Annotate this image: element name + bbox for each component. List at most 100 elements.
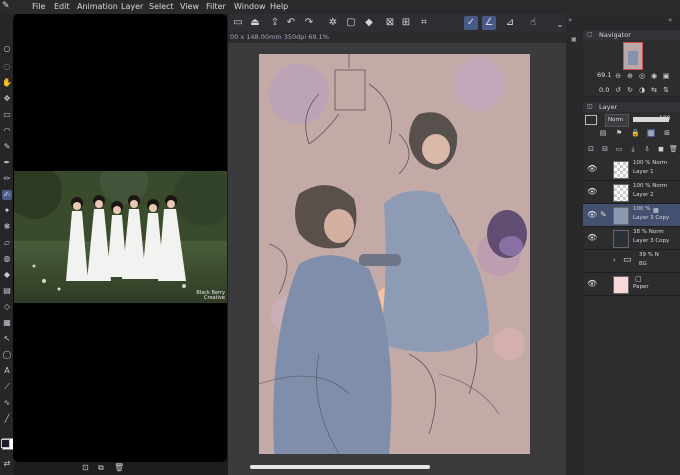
zoom-out-icon[interactable]: ⊖ <box>614 72 622 80</box>
menu-file[interactable]: File <box>32 2 45 11</box>
figure-tool-icon[interactable]: ◇ <box>2 302 12 312</box>
merge-layer-icon[interactable]: ⤓ <box>629 145 637 153</box>
move-tool-icon[interactable]: ✥ <box>2 94 12 104</box>
balloon-tool-icon[interactable]: ◯ <box>2 350 12 360</box>
fit-window-icon[interactable]: ▣ <box>662 72 670 80</box>
menu-layer[interactable]: Layer <box>121 2 143 11</box>
transform-icon[interactable]: ⊠ <box>383 16 397 30</box>
layer-mask-icon[interactable]: ⊞ <box>663 129 671 137</box>
line-tool-icon[interactable]: ╱ <box>2 414 12 424</box>
eraser-tool-icon[interactable]: ▱ <box>2 238 12 248</box>
menu-window[interactable]: Window <box>234 2 266 11</box>
rotate-tool-icon[interactable]: ◌ <box>2 62 12 72</box>
rotate-left-icon[interactable]: ↺ <box>614 86 622 94</box>
menu-select[interactable]: Select <box>149 2 174 11</box>
lock-transparent-icon[interactable]: ▦ <box>647 129 655 137</box>
transparent-color-icon[interactable]: ⇄ <box>2 459 12 469</box>
dock-expand-icon[interactable]: « <box>668 16 672 24</box>
redo-icon[interactable]: ↷ <box>302 16 316 30</box>
flip-horizontal-icon[interactable]: ⇆ <box>650 86 658 94</box>
new-raster-layer-icon[interactable]: ⊡ <box>587 145 595 153</box>
rotate-right-icon[interactable]: ↻ <box>626 86 634 94</box>
folder-expand-chevron-icon[interactable]: › <box>613 256 616 264</box>
mask-layer-icon[interactable]: ◼ <box>657 145 665 153</box>
command-bar-collapse-icon[interactable]: ⌄ <box>553 18 567 32</box>
lock-layer-icon[interactable]: 🔒 <box>631 129 640 137</box>
correct-line-tool-icon[interactable]: ∿ <box>2 398 12 408</box>
reference-delete-icon[interactable]: 🗑 <box>114 463 124 472</box>
text-tool-icon[interactable]: A <box>2 366 12 376</box>
menu-animation[interactable]: Animation <box>77 2 118 11</box>
new-vector-layer-icon[interactable]: ⊟ <box>601 145 609 153</box>
hand-tool-icon[interactable]: ✋ <box>2 78 12 88</box>
settings-gear-icon[interactable]: ✲ <box>326 16 340 30</box>
brush-tool-icon[interactable]: ✍ <box>2 190 12 200</box>
undo-icon[interactable]: ↶ <box>284 16 298 30</box>
ruler-snap-icon[interactable]: ✓ <box>464 16 478 30</box>
reference-layer-icon[interactable]: ⚑ <box>615 129 623 137</box>
visibility-eye-icon[interactable]: 👁 <box>587 210 597 219</box>
navigator-rotation-value[interactable]: 0.0 <box>599 86 609 94</box>
menu-filter[interactable]: Filter <box>206 2 226 11</box>
reference-copy-icon[interactable]: ⧉ <box>98 463 104 473</box>
navigator-zoom-value[interactable]: 69.1 <box>597 71 611 79</box>
layer-row[interactable]: 👁 100 % Norm Layer 2 <box>583 181 680 204</box>
layer-paper-row[interactable]: 👁 ▢ Paper <box>583 273 680 296</box>
operation-tool-icon[interactable]: ↖ <box>2 334 12 344</box>
visibility-eye-icon[interactable]: 👁 <box>587 279 597 288</box>
decoration-tool-icon[interactable]: ❋ <box>2 222 12 232</box>
delete-layer-icon[interactable]: 🗑 <box>669 145 678 153</box>
visibility-eye-icon[interactable]: 👁 <box>587 187 597 196</box>
grid-icon[interactable]: ⊞ <box>399 16 413 30</box>
ruler-tool-icon[interactable]: ⟋ <box>2 382 12 392</box>
visibility-eye-icon[interactable]: 👁 <box>587 233 597 242</box>
crop-icon[interactable]: ⌗ <box>417 16 431 30</box>
gradient-tool-icon[interactable]: ▤ <box>2 286 12 296</box>
save-icon[interactable]: ⏏ <box>248 16 262 30</box>
visibility-eye-icon[interactable]: 👁 <box>587 164 597 173</box>
zoom-in-icon[interactable]: ⊕ <box>626 72 634 80</box>
app-logo-icon[interactable]: ✎ <box>2 1 10 11</box>
curve-snap-icon[interactable]: ∠ <box>482 16 496 30</box>
clip-layer-icon[interactable]: ▤ <box>599 129 607 137</box>
airbrush-tool-icon[interactable]: ✦ <box>2 206 12 216</box>
dock-collapse-icon[interactable]: » <box>568 16 572 24</box>
menu-view[interactable]: View <box>180 2 199 11</box>
canvas-artwork[interactable] <box>258 54 530 455</box>
reset-rotation-icon[interactable]: ◑ <box>638 86 646 94</box>
navigator-preview[interactable] <box>623 42 643 70</box>
flip-vertical-icon[interactable]: ⇅ <box>662 86 670 94</box>
palette-toggle-icon[interactable]: ▣ <box>571 36 577 43</box>
layer-row[interactable]: 👁 38 % Norm Layer 3 Copy <box>583 227 680 250</box>
reference-import-icon[interactable]: ⊡ <box>82 463 89 472</box>
select-tool-icon[interactable]: ▭ <box>2 110 12 120</box>
blend-tool-icon[interactable]: ◍ <box>2 254 12 264</box>
sub-color-swatch[interactable] <box>1 439 10 448</box>
lasso-tool-icon[interactable]: ◠ <box>2 126 12 136</box>
fill-tool-icon[interactable]: ◆ <box>2 270 12 280</box>
open-folder-icon[interactable]: ▭ <box>231 16 245 30</box>
layer-row[interactable]: 👁 100 % Norm Layer 1 <box>583 158 680 181</box>
fit-screen-icon[interactable]: ◉ <box>650 72 658 80</box>
fill-bucket-icon[interactable]: ◆ <box>362 16 376 30</box>
pen-tool-icon[interactable]: ✒ <box>2 158 12 168</box>
hand-gesture-icon[interactable]: ☝ <box>526 16 540 30</box>
export-icon[interactable]: ⇪ <box>268 16 282 30</box>
clear-icon[interactable]: ▢ <box>344 16 358 30</box>
pencil-tool-icon[interactable]: ✏ <box>2 174 12 184</box>
blend-mode-select[interactable]: Norm <box>605 114 629 127</box>
layer-row-selected[interactable]: 👁 ✎ 100 % Layer 3 Copy ▦ <box>583 204 680 227</box>
zoom-tool-icon[interactable]: ○ <box>2 44 12 54</box>
pen-snap-icon[interactable]: ⊿ <box>503 16 517 30</box>
layer-color-icon[interactable] <box>585 115 597 125</box>
menu-help[interactable]: Help <box>270 2 288 11</box>
eyedropper-tool-icon[interactable]: ✎ <box>2 142 12 152</box>
new-folder-icon[interactable]: ▭ <box>615 145 623 153</box>
layer-folder-row[interactable]: › ▭ 39 % N BG <box>583 250 680 273</box>
actual-size-icon[interactable]: ◎ <box>638 72 646 80</box>
menu-edit[interactable]: Edit <box>54 2 70 11</box>
frame-tool-icon[interactable]: ▦ <box>2 318 12 328</box>
opacity-value[interactable]: 100 <box>659 115 670 122</box>
reference-photo[interactable]: Black Berry Creative <box>14 171 227 303</box>
transfer-layer-icon[interactable]: ⇩ <box>643 145 651 153</box>
